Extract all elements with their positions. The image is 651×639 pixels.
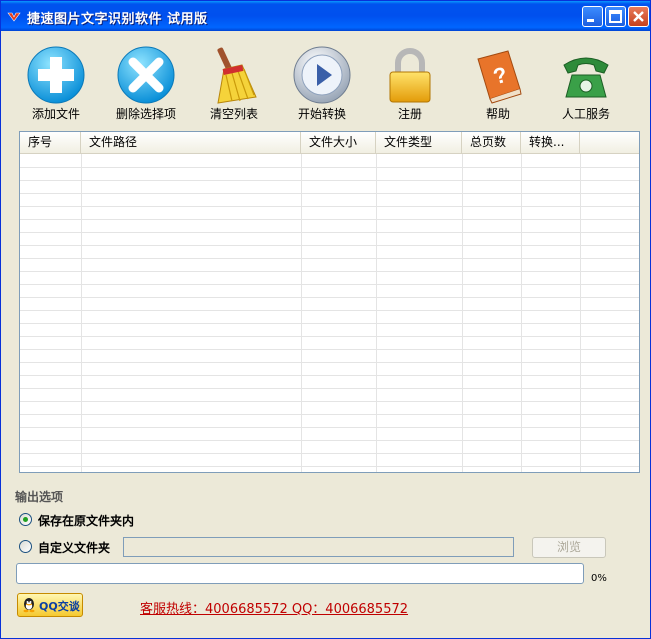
column-header-path[interactable]: 文件路径 (81, 132, 301, 153)
help-label: 帮助 (485, 107, 510, 121)
table-row-divider (20, 349, 639, 350)
table-row-divider (20, 180, 639, 181)
register-button[interactable]: 注册 (365, 39, 455, 121)
table-column-divider (301, 154, 302, 472)
manual-service-button[interactable]: 人工服务 (541, 39, 631, 121)
add-icon (27, 46, 85, 104)
table-row-divider (20, 284, 639, 285)
table-row-divider (20, 258, 639, 259)
custom-folder-input[interactable] (123, 537, 514, 557)
table-row-divider (20, 271, 639, 272)
service-hotline-link[interactable]: 客服热线：4006685572 QQ：4006685572 (140, 598, 408, 617)
manual-service-label: 人工服务 (561, 107, 610, 121)
delete-selected-label: 删除选择项 (115, 107, 176, 121)
custom-folder-label[interactable]: 自定义文件夹 (38, 539, 110, 556)
minimize-button[interactable] (582, 6, 603, 27)
radio-selected-dot (23, 517, 28, 522)
help-button[interactable]: ? 帮助 (453, 39, 543, 121)
column-header-pages[interactable]: 总页数 (462, 132, 521, 153)
progress-percent: 0% (591, 573, 607, 584)
title-bar[interactable]: 捷速图片文字识别软件 试用版 (1, 1, 650, 31)
table-row-divider (20, 310, 639, 311)
column-header-index[interactable]: 序号 (20, 132, 81, 153)
table-row-divider (20, 323, 639, 324)
table-row-divider (20, 362, 639, 363)
table-column-divider (81, 154, 82, 472)
table-row-divider (20, 297, 639, 298)
table-row-divider (20, 206, 639, 207)
qq-chat-label: QQ交谈 (39, 600, 80, 613)
table-column-divider (462, 154, 463, 472)
file-list-table[interactable]: 序号 文件路径 文件大小 文件类型 总页数 转换... (19, 131, 640, 473)
play-icon (293, 46, 351, 104)
window-title: 捷速图片文字识别软件 试用版 (27, 12, 208, 27)
register-label: 注册 (397, 107, 422, 121)
save-original-label[interactable]: 保存在原文件夹内 (38, 512, 134, 529)
maximize-icon (609, 10, 622, 23)
table-row-divider (20, 388, 639, 389)
table-row-divider (20, 414, 639, 415)
table-header: 序号 文件路径 文件大小 文件类型 总页数 转换... (20, 132, 639, 154)
start-convert-label: 开始转换 (297, 107, 346, 121)
help-book-icon: ? (477, 50, 522, 104)
table-row-divider (20, 401, 639, 402)
table-row-divider (20, 245, 639, 246)
progress-bar (16, 563, 584, 584)
clear-list-label: 清空列表 (209, 107, 258, 121)
add-file-label: 添加文件 (31, 107, 80, 121)
column-header-size[interactable]: 文件大小 (301, 132, 376, 153)
app-window: 捷速图片文字识别软件 试用版 添加文件 删除选择项 清空列表 开始转换 注册 ?… (0, 0, 651, 639)
table-body[interactable] (20, 154, 639, 472)
save-original-radio[interactable] (19, 513, 32, 526)
close-icon (633, 11, 644, 22)
table-row-divider (20, 193, 639, 194)
phone-icon (563, 57, 609, 98)
table-row-divider (20, 453, 639, 454)
minimize-icon (587, 19, 594, 22)
clear-list-button[interactable]: 清空列表 (189, 39, 279, 121)
qq-chat-button[interactable]: QQ交谈 (17, 593, 83, 617)
table-row-divider (20, 466, 639, 467)
lock-icon (389, 48, 431, 103)
toolbar: 添加文件 删除选择项 清空列表 开始转换 注册 ? 帮助 人工服务 (1, 31, 650, 123)
table-row-divider (20, 375, 639, 376)
broom-icon (217, 47, 257, 104)
start-convert-button[interactable]: 开始转换 (277, 39, 367, 121)
delete-selected-button[interactable]: 删除选择项 (101, 39, 191, 121)
maximize-button[interactable] (605, 6, 626, 27)
app-logo-icon (7, 12, 21, 22)
table-row-divider (20, 336, 639, 337)
output-options-title: 输出选项 (15, 490, 64, 504)
browse-button[interactable]: 浏览 (532, 537, 606, 558)
table-row-divider (20, 219, 639, 220)
add-file-button[interactable]: 添加文件 (11, 39, 101, 121)
table-column-divider (580, 154, 581, 472)
table-column-divider (521, 154, 522, 472)
column-header-type[interactable]: 文件类型 (376, 132, 462, 153)
table-row-divider (20, 167, 639, 168)
custom-folder-radio[interactable] (19, 540, 32, 553)
column-header-convert[interactable]: 转换... (521, 132, 580, 153)
table-row-divider (20, 232, 639, 233)
table-column-divider (376, 154, 377, 472)
table-row-divider (20, 427, 639, 428)
table-row-divider (20, 440, 639, 441)
qq-penguin-icon (23, 598, 35, 613)
delete-icon (117, 46, 175, 104)
close-button[interactable] (628, 6, 649, 27)
